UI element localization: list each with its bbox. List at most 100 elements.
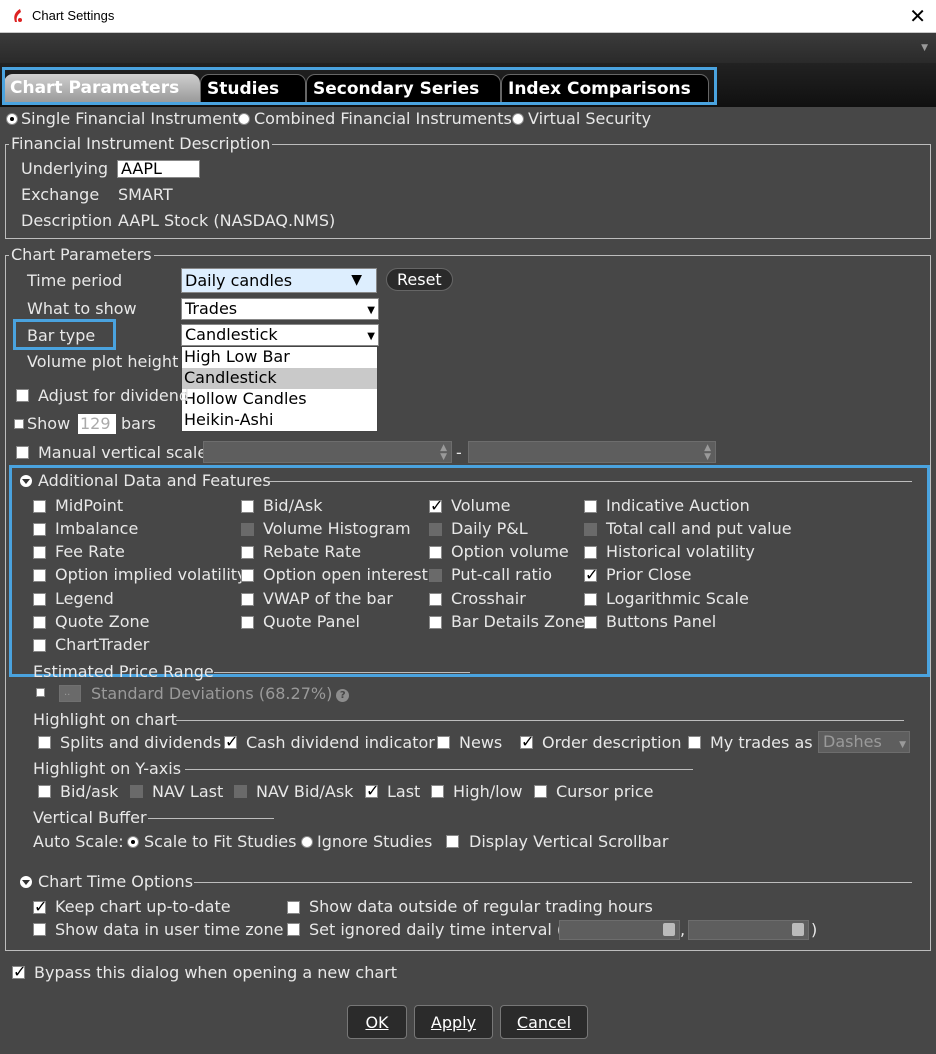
exchange-value: SMART <box>118 185 173 204</box>
feature-checkbox[interactable] <box>33 616 46 629</box>
underlying-label: Underlying <box>21 159 109 178</box>
vertical-scrollbar-checkbox[interactable] <box>446 835 459 848</box>
interval-close-paren: ) <box>811 920 818 939</box>
ignored-interval-label: Set ignored daily time interval ( <box>309 920 564 939</box>
additional-features-title[interactable]: Additional Data and Features <box>20 471 271 490</box>
highlight-y-checkbox[interactable] <box>38 785 51 798</box>
trades-style-select[interactable]: Dashes ▼ <box>818 731 910 753</box>
manual-scale-checkbox[interactable] <box>16 446 29 459</box>
feature-checkbox[interactable] <box>33 546 46 559</box>
adjust-dividends-checkbox[interactable] <box>16 389 29 402</box>
calendar-icon[interactable] <box>663 923 675 936</box>
feature-checkbox[interactable] <box>429 616 442 629</box>
feature-checkbox[interactable] <box>241 593 254 606</box>
bar-type-label: Bar type <box>27 326 96 345</box>
bar-type-option[interactable]: High Low Bar <box>182 347 377 368</box>
feature-checkbox[interactable] <box>33 500 46 513</box>
feature-checkbox[interactable] <box>584 565 598 584</box>
bars-count-input[interactable]: 129 <box>78 414 116 434</box>
help-icon[interactable]: ? <box>336 689 350 702</box>
time-options-title[interactable]: Chart Time Options <box>20 872 193 891</box>
volume-plot-label: Volume plot height <box>27 352 179 371</box>
bar-type-select[interactable]: Candlestick ▼ <box>181 324 379 346</box>
highlight-y-checkbox[interactable] <box>130 785 143 798</box>
apply-button[interactable]: Apply <box>414 1005 493 1039</box>
bar-type-option[interactable]: Hollow Candles <box>182 389 377 410</box>
feature-checkbox[interactable] <box>241 546 254 559</box>
feature-checkbox[interactable] <box>241 523 254 536</box>
show-bars-checkbox[interactable] <box>14 419 24 429</box>
ignored-interval-checkbox[interactable] <box>287 923 300 936</box>
feature-checkbox[interactable] <box>33 639 46 652</box>
tab-studies[interactable]: Studies <box>200 74 306 102</box>
radio-scale-fit[interactable] <box>127 836 139 848</box>
highlight-chart-checkbox[interactable] <box>437 736 450 749</box>
tab-secondary-series[interactable]: Secondary Series <box>306 74 501 102</box>
std-dev-selector[interactable]: .. <box>59 685 81 702</box>
scale-max-spinner[interactable]: ▲ ▼ <box>468 441 716 463</box>
time-period-select[interactable]: Daily candles ▼ <box>181 268 377 293</box>
highlight-y-checkbox[interactable] <box>234 785 247 798</box>
underlying-input[interactable]: AAPL <box>117 160 200 178</box>
chevron-down-icon[interactable]: ▼ <box>921 43 928 53</box>
feature-checkbox[interactable] <box>584 546 597 559</box>
feature-checkbox[interactable] <box>429 523 442 536</box>
feature-label: Crosshair <box>451 589 526 608</box>
calendar-icon[interactable] <box>792 923 804 936</box>
highlight-chart-checkbox[interactable] <box>38 736 51 749</box>
feature-checkbox[interactable] <box>241 500 254 513</box>
collapse-icon[interactable] <box>20 475 32 487</box>
feature-label: ChartTrader <box>55 635 150 654</box>
close-icon[interactable]: ✕ <box>909 4 926 29</box>
interval-end-input[interactable] <box>688 920 809 940</box>
ok-button[interactable]: OK <box>347 1005 407 1039</box>
feature-checkbox[interactable] <box>33 523 46 536</box>
feature-checkbox[interactable] <box>429 496 443 515</box>
feature-checkbox[interactable] <box>584 500 597 513</box>
highlight-chart-checkbox[interactable] <box>224 732 238 751</box>
feature-checkbox[interactable] <box>429 593 442 606</box>
spinner-down-icon[interactable]: ▼ <box>704 453 711 462</box>
spinner-down-icon[interactable]: ▼ <box>440 453 447 462</box>
feature-label: Buttons Panel <box>606 612 717 631</box>
highlight-y-checkbox[interactable] <box>534 785 547 798</box>
outside-hours-checkbox[interactable] <box>287 901 300 914</box>
reset-button[interactable]: Reset <box>386 268 453 291</box>
bypass-checkbox[interactable] <box>12 962 26 981</box>
highlight-y-checkbox[interactable] <box>431 785 444 798</box>
cancel-button[interactable]: Cancel <box>500 1005 588 1039</box>
highlight-y-label: NAV Last <box>152 782 224 801</box>
feature-checkbox[interactable] <box>584 616 597 629</box>
radio-combined-instruments[interactable] <box>238 113 250 125</box>
keep-up-to-date-checkbox[interactable] <box>33 897 47 916</box>
collapse-icon[interactable] <box>20 876 32 888</box>
feature-checkbox[interactable] <box>584 523 597 536</box>
feature-checkbox[interactable] <box>241 616 254 629</box>
bar-type-option[interactable]: Candlestick <box>182 368 377 389</box>
radio-single-instrument[interactable] <box>6 113 18 125</box>
feature-checkbox[interactable] <box>429 569 442 582</box>
feature-checkbox[interactable] <box>33 569 46 582</box>
feature-checkbox[interactable] <box>33 593 46 606</box>
what-to-show-select[interactable]: Trades ▼ <box>181 298 379 320</box>
radio-single-label: Single Financial Instrument <box>21 109 239 128</box>
user-timezone-checkbox[interactable] <box>33 923 46 936</box>
bar-type-option[interactable]: Heikin-Ashi <box>182 410 377 431</box>
radio-virtual-security[interactable] <box>512 113 524 125</box>
feature-checkbox[interactable] <box>584 593 597 606</box>
highlight-chart-checkbox[interactable] <box>688 736 701 749</box>
highlight-chart-checkbox[interactable] <box>520 732 534 751</box>
tab-chart-parameters[interactable]: Chart Parameters <box>4 74 200 102</box>
radio-ignore-studies[interactable] <box>301 836 313 848</box>
scale-min-spinner[interactable]: ▲ ▼ <box>203 441 452 463</box>
highlight-chart-label: Order description <box>542 733 682 752</box>
highlight-y-checkbox[interactable] <box>365 781 379 800</box>
chevron-down-icon: ▼ <box>351 272 362 288</box>
feature-checkbox[interactable] <box>241 569 254 582</box>
std-dev-checkbox[interactable] <box>36 688 45 697</box>
feature-label: Option open interest <box>263 565 428 584</box>
radio-combined-label: Combined Financial Instruments <box>254 109 512 128</box>
feature-checkbox[interactable] <box>429 546 442 559</box>
tab-index-comparisons[interactable]: Index Comparisons <box>501 74 709 102</box>
interval-start-input[interactable] <box>559 920 680 940</box>
